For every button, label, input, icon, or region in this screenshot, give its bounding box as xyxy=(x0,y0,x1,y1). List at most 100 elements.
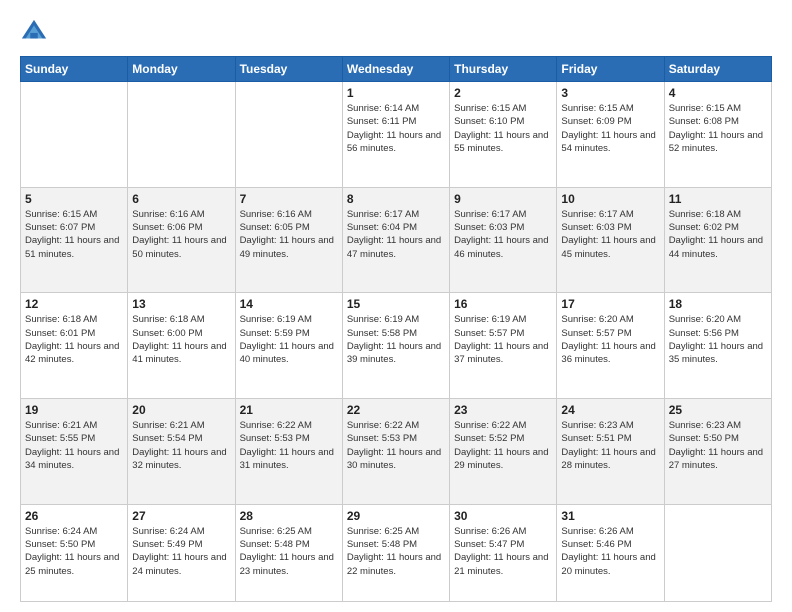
logo xyxy=(20,18,52,46)
day-number: 2 xyxy=(454,86,552,100)
day-info: Sunrise: 6:21 AMSunset: 5:55 PMDaylight:… xyxy=(25,419,123,472)
day-number: 21 xyxy=(240,403,338,417)
day-number: 31 xyxy=(561,509,659,523)
calendar-week-row: 19 Sunrise: 6:21 AMSunset: 5:55 PMDayligh… xyxy=(21,399,772,505)
day-number: 25 xyxy=(669,403,767,417)
day-info: Sunrise: 6:19 AMSunset: 5:57 PMDaylight:… xyxy=(454,313,552,366)
calendar-cell: 11 Sunrise: 6:18 AMSunset: 6:02 PMDayligh… xyxy=(664,187,771,293)
calendar-table: SundayMondayTuesdayWednesdayThursdayFrid… xyxy=(20,56,772,602)
calendar-cell: 15 Sunrise: 6:19 AMSunset: 5:58 PMDayligh… xyxy=(342,293,449,399)
calendar-cell: 17 Sunrise: 6:20 AMSunset: 5:57 PMDayligh… xyxy=(557,293,664,399)
header xyxy=(20,18,772,46)
day-number: 27 xyxy=(132,509,230,523)
weekday-header: Friday xyxy=(557,57,664,82)
day-info: Sunrise: 6:18 AMSunset: 6:00 PMDaylight:… xyxy=(132,313,230,366)
day-number: 5 xyxy=(25,192,123,206)
day-info: Sunrise: 6:16 AMSunset: 6:05 PMDaylight:… xyxy=(240,208,338,261)
day-info: Sunrise: 6:20 AMSunset: 5:56 PMDaylight:… xyxy=(669,313,767,366)
calendar-cell: 26Sunrise: 6:24 AMSunset: 5:50 PMDayligh… xyxy=(21,504,128,601)
logo-icon xyxy=(20,18,48,46)
page: SundayMondayTuesdayWednesdayThursdayFrid… xyxy=(0,0,792,612)
day-number: 16 xyxy=(454,297,552,311)
day-number: 15 xyxy=(347,297,445,311)
calendar-cell: 27Sunrise: 6:24 AMSunset: 5:49 PMDayligh… xyxy=(128,504,235,601)
day-info: Sunrise: 6:26 AMSunset: 5:46 PMDaylight:… xyxy=(561,525,659,578)
day-info: Sunrise: 6:20 AMSunset: 5:57 PMDaylight:… xyxy=(561,313,659,366)
calendar-cell: 3 Sunrise: 6:15 AMSunset: 6:09 PMDaylight… xyxy=(557,82,664,188)
calendar-cell: 31 Sunrise: 6:26 AMSunset: 5:46 PMDayligh… xyxy=(557,504,664,601)
weekday-header: Thursday xyxy=(450,57,557,82)
calendar-cell: 5 Sunrise: 6:15 AMSunset: 6:07 PMDaylight… xyxy=(21,187,128,293)
day-info: Sunrise: 6:19 AMSunset: 5:59 PMDaylight:… xyxy=(240,313,338,366)
day-info: Sunrise: 6:26 AMSunset: 5:47 PMDaylight:… xyxy=(454,525,552,578)
calendar-week-row: 26Sunrise: 6:24 AMSunset: 5:50 PMDayligh… xyxy=(21,504,772,601)
weekday-header: Wednesday xyxy=(342,57,449,82)
day-number: 17 xyxy=(561,297,659,311)
day-info: Sunrise: 6:24 AMSunset: 5:50 PMDaylight:… xyxy=(25,525,123,578)
day-number: 14 xyxy=(240,297,338,311)
weekday-header: Sunday xyxy=(21,57,128,82)
day-info: Sunrise: 6:18 AMSunset: 6:02 PMDaylight:… xyxy=(669,208,767,261)
calendar-week-row: 5 Sunrise: 6:15 AMSunset: 6:07 PMDaylight… xyxy=(21,187,772,293)
day-info: Sunrise: 6:23 AMSunset: 5:50 PMDaylight:… xyxy=(669,419,767,472)
day-info: Sunrise: 6:22 AMSunset: 5:52 PMDaylight:… xyxy=(454,419,552,472)
day-number: 3 xyxy=(561,86,659,100)
calendar-cell: 8 Sunrise: 6:17 AMSunset: 6:04 PMDaylight… xyxy=(342,187,449,293)
day-info: Sunrise: 6:21 AMSunset: 5:54 PMDaylight:… xyxy=(132,419,230,472)
day-number: 23 xyxy=(454,403,552,417)
calendar-cell: 28 Sunrise: 6:25 AMSunset: 5:48 PMDayligh… xyxy=(235,504,342,601)
day-number: 19 xyxy=(25,403,123,417)
calendar-cell: 6 Sunrise: 6:16 AMSunset: 6:06 PMDaylight… xyxy=(128,187,235,293)
day-info: Sunrise: 6:15 AMSunset: 6:07 PMDaylight:… xyxy=(25,208,123,261)
day-info: Sunrise: 6:15 AMSunset: 6:09 PMDaylight:… xyxy=(561,102,659,155)
calendar-cell: 4Sunrise: 6:15 AMSunset: 6:08 PMDaylight… xyxy=(664,82,771,188)
calendar-cell: 10Sunrise: 6:17 AMSunset: 6:03 PMDayligh… xyxy=(557,187,664,293)
calendar-cell: 29 Sunrise: 6:25 AMSunset: 5:48 PMDayligh… xyxy=(342,504,449,601)
calendar-cell: 24 Sunrise: 6:23 AMSunset: 5:51 PMDayligh… xyxy=(557,399,664,505)
day-info: Sunrise: 6:23 AMSunset: 5:51 PMDaylight:… xyxy=(561,419,659,472)
weekday-header-row: SundayMondayTuesdayWednesdayThursdayFrid… xyxy=(21,57,772,82)
calendar-cell: 9 Sunrise: 6:17 AMSunset: 6:03 PMDaylight… xyxy=(450,187,557,293)
day-number: 1 xyxy=(347,86,445,100)
day-number: 18 xyxy=(669,297,767,311)
day-info: Sunrise: 6:18 AMSunset: 6:01 PMDaylight:… xyxy=(25,313,123,366)
calendar-cell: 20 Sunrise: 6:21 AMSunset: 5:54 PMDayligh… xyxy=(128,399,235,505)
day-info: Sunrise: 6:25 AMSunset: 5:48 PMDaylight:… xyxy=(240,525,338,578)
calendar-cell: 1 Sunrise: 6:14 AMSunset: 6:11 PMDaylight… xyxy=(342,82,449,188)
day-number: 8 xyxy=(347,192,445,206)
day-number: 20 xyxy=(132,403,230,417)
day-info: Sunrise: 6:17 AMSunset: 6:03 PMDaylight:… xyxy=(454,208,552,261)
day-info: Sunrise: 6:16 AMSunset: 6:06 PMDaylight:… xyxy=(132,208,230,261)
calendar-cell: 7Sunrise: 6:16 AMSunset: 6:05 PMDaylight… xyxy=(235,187,342,293)
calendar-cell xyxy=(128,82,235,188)
day-info: Sunrise: 6:25 AMSunset: 5:48 PMDaylight:… xyxy=(347,525,445,578)
calendar-cell: 22 Sunrise: 6:22 AMSunset: 5:53 PMDayligh… xyxy=(342,399,449,505)
day-number: 6 xyxy=(132,192,230,206)
day-number: 30 xyxy=(454,509,552,523)
calendar-cell xyxy=(235,82,342,188)
day-info: Sunrise: 6:17 AMSunset: 6:04 PMDaylight:… xyxy=(347,208,445,261)
calendar-cell: 19 Sunrise: 6:21 AMSunset: 5:55 PMDayligh… xyxy=(21,399,128,505)
calendar-cell: 2Sunrise: 6:15 AMSunset: 6:10 PMDaylight… xyxy=(450,82,557,188)
day-number: 29 xyxy=(347,509,445,523)
day-number: 24 xyxy=(561,403,659,417)
day-info: Sunrise: 6:22 AMSunset: 5:53 PMDaylight:… xyxy=(347,419,445,472)
calendar-cell: 14 Sunrise: 6:19 AMSunset: 5:59 PMDayligh… xyxy=(235,293,342,399)
day-number: 11 xyxy=(669,192,767,206)
day-info: Sunrise: 6:17 AMSunset: 6:03 PMDaylight:… xyxy=(561,208,659,261)
calendar-cell xyxy=(21,82,128,188)
calendar-week-row: 12 Sunrise: 6:18 AMSunset: 6:01 PMDayligh… xyxy=(21,293,772,399)
calendar-cell xyxy=(664,504,771,601)
calendar-cell: 23 Sunrise: 6:22 AMSunset: 5:52 PMDayligh… xyxy=(450,399,557,505)
weekday-header: Tuesday xyxy=(235,57,342,82)
day-number: 22 xyxy=(347,403,445,417)
calendar-cell: 16 Sunrise: 6:19 AMSunset: 5:57 PMDayligh… xyxy=(450,293,557,399)
day-number: 9 xyxy=(454,192,552,206)
calendar-cell: 13Sunrise: 6:18 AMSunset: 6:00 PMDayligh… xyxy=(128,293,235,399)
day-info: Sunrise: 6:19 AMSunset: 5:58 PMDaylight:… xyxy=(347,313,445,366)
day-number: 28 xyxy=(240,509,338,523)
calendar-week-row: 1 Sunrise: 6:14 AMSunset: 6:11 PMDaylight… xyxy=(21,82,772,188)
day-info: Sunrise: 6:14 AMSunset: 6:11 PMDaylight:… xyxy=(347,102,445,155)
weekday-header: Saturday xyxy=(664,57,771,82)
day-number: 12 xyxy=(25,297,123,311)
